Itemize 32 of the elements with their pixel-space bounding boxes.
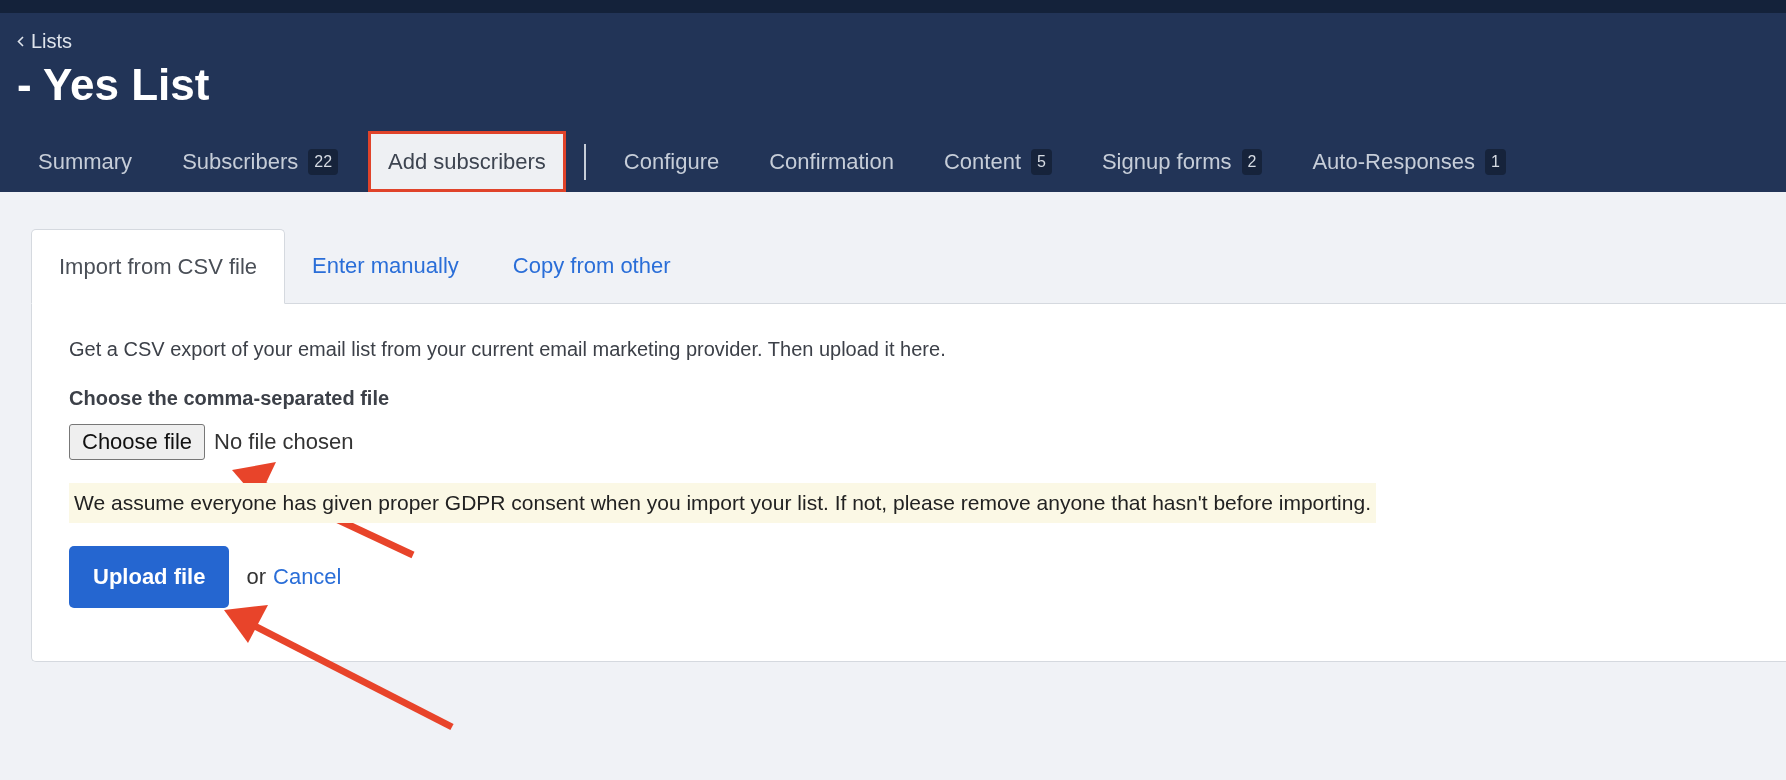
tab-label: Summary [38,148,133,175]
tab-label: Confirmation [769,148,894,175]
tab-label: Subscribers [182,148,299,175]
nav-tab[interactable]: Add subscribers [368,131,566,193]
tab-label: Configure [623,148,720,175]
nav-tab[interactable]: Signup forms 2 [1081,131,1283,193]
count-badge: 5 [1031,148,1052,175]
or-text: or [246,564,266,591]
nav-tab[interactable]: Subscribers 22 [162,131,359,193]
cancel-link[interactable]: Cancel [273,564,342,591]
file-status-text: No file chosen [214,429,354,456]
nav-tab[interactable]: Auto-Responses 1 [1292,131,1526,193]
count-badge: 22 [308,148,339,175]
description-text: Get a CSV export of your email list from your current email marketing provider. Then upload it here. [69,338,947,362]
page-title: - Yes List [17,61,211,110]
nav-tab[interactable]: Configure [603,131,740,193]
chevron-left-icon [17,36,24,47]
tab-label: Add subscribers [388,148,546,175]
count-badge: 1 [1485,148,1506,175]
tab-label: Signup forms [1101,148,1232,175]
back-link[interactable]: Lists [31,30,73,53]
tab-label: Content [943,148,1021,175]
upload-button[interactable]: Upload file [69,546,230,609]
field-label: Choose the comma-separated file [69,387,391,411]
choose-file-button[interactable]: Choose file [69,424,206,461]
consent-notice: We assume everyone has given proper GDPR consent when you import your list. If not, please remove anyone that hasn't before importing. [69,483,1376,524]
import-tab[interactable]: Import from CSV file [31,229,286,305]
nav-tab[interactable]: Summary [18,131,153,193]
nav-tab[interactable]: Content 5 [923,131,1072,193]
count-badge: 2 [1241,148,1263,175]
tab-label: Auto-Responses [1312,148,1476,175]
nav-tab[interactable]: Confirmation [749,131,914,193]
